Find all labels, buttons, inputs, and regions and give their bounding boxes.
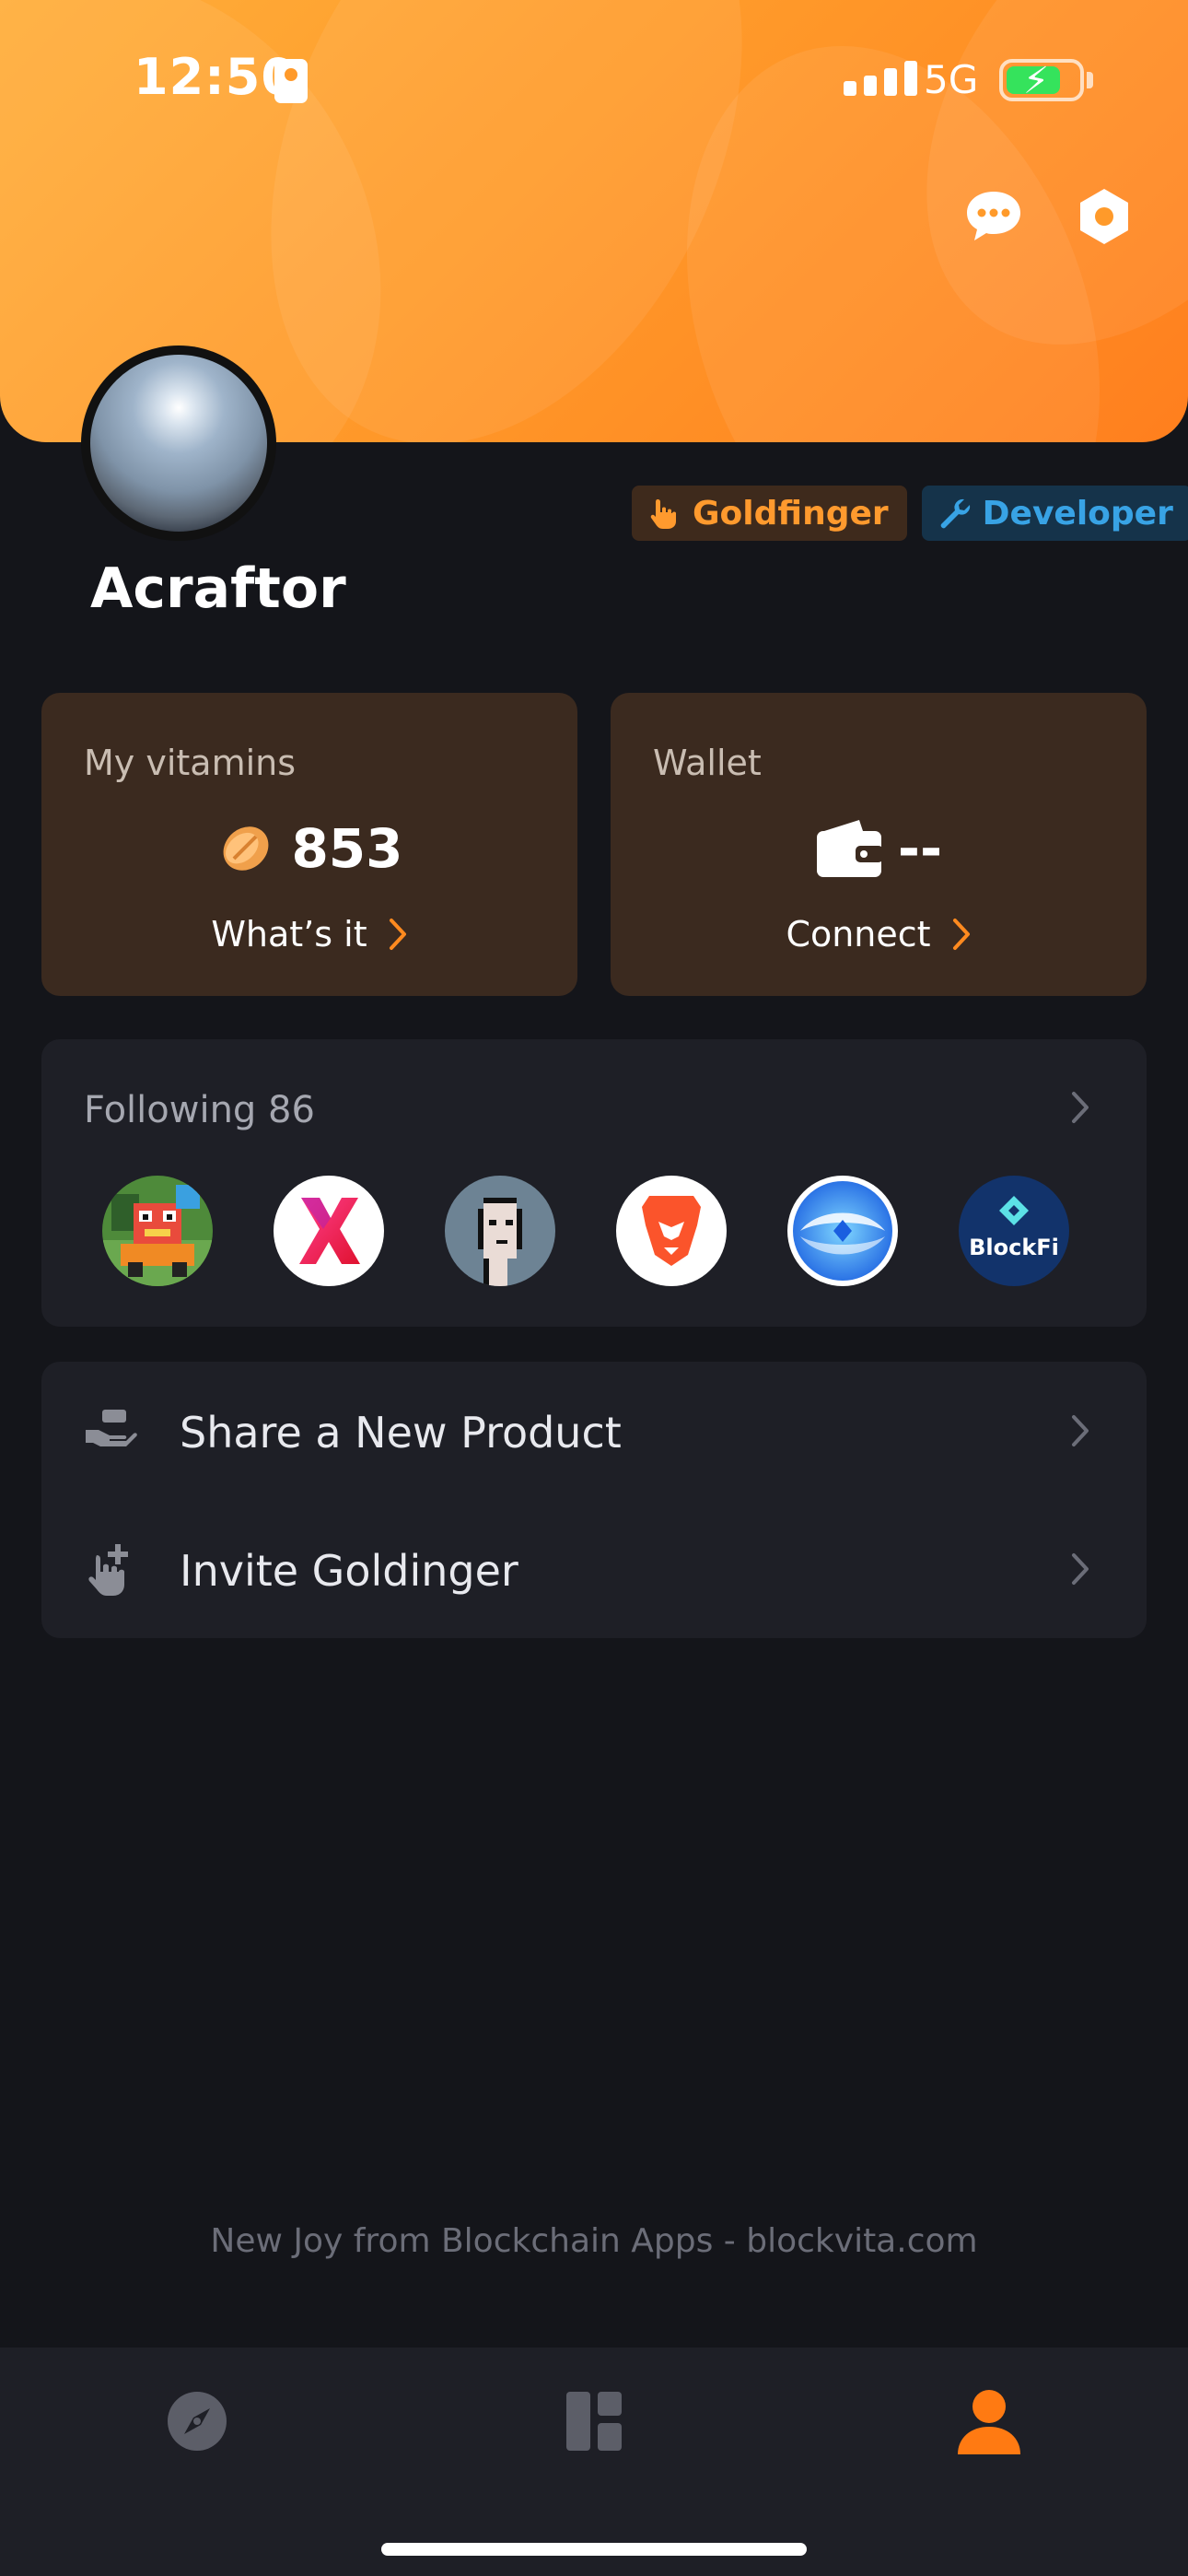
vitamins-value: 853 <box>291 817 403 880</box>
wallet-icon <box>816 820 883 877</box>
hand-plus-icon <box>88 1544 128 1596</box>
hexagon-gear-icon[interactable] <box>1072 184 1136 249</box>
chevron-right-icon <box>389 919 406 950</box>
cellular-signal-icon <box>844 61 917 96</box>
wrench-icon <box>940 498 970 529</box>
chat-bubble-icon[interactable] <box>961 184 1026 249</box>
whats-it-link[interactable]: What’s it <box>41 914 577 954</box>
person-icon[interactable] <box>952 2384 1026 2458</box>
network-type: 5G <box>924 57 979 102</box>
chevron-right-icon <box>952 919 970 950</box>
blockfi-label: BlockFi <box>969 1235 1059 1260</box>
chevron-right-icon <box>1072 1553 1089 1585</box>
pixel-game-app-icon[interactable] <box>102 1176 213 1286</box>
wallet-card[interactable]: Wallet -- Connect <box>611 693 1147 996</box>
card-title: My vitamins <box>84 743 297 783</box>
bottom-tab-bar <box>0 2348 1188 2576</box>
invite-goldinger-item[interactable]: Invite Goldinger <box>41 1500 1147 1638</box>
vitamin-pill-icon <box>224 826 269 871</box>
role-badges: Goldfinger Developer <box>632 486 1188 541</box>
footer-tagline: New Joy from Blockchain Apps - blockvita… <box>210 2222 978 2260</box>
menu-label: Invite Goldinger <box>180 1546 518 1596</box>
vitamins-card[interactable]: My vitamins 853 What’s it <box>41 693 577 996</box>
following-title: Following 86 <box>84 1089 315 1131</box>
chevron-right-icon <box>1072 1415 1089 1446</box>
developer-badge: Developer <box>921 486 1188 541</box>
connect-wallet-link[interactable]: Connect <box>611 914 1147 954</box>
id-badge-icon <box>274 59 308 103</box>
compass-icon[interactable] <box>160 2384 234 2458</box>
dashboard-icon[interactable] <box>557 2384 631 2458</box>
status-time: 12:50 <box>134 48 297 106</box>
card-title: Wallet <box>653 743 762 783</box>
hand-share-icon <box>86 1410 137 1446</box>
brave-lion-app-icon[interactable] <box>616 1176 727 1286</box>
battery-icon: ⚡ <box>999 59 1084 101</box>
badge-label: Goldfinger <box>693 494 889 533</box>
share-product-item[interactable]: Share a New Product <box>41 1362 1147 1500</box>
blue-swirl-app-icon[interactable] <box>787 1176 898 1286</box>
cryptopunk-app-icon[interactable] <box>445 1176 555 1286</box>
blockfi-app-icon[interactable]: BlockFi <box>959 1176 1069 1286</box>
link-label: What’s it <box>211 914 367 954</box>
actions-menu: Share a New Product Invite Goldinger <box>41 1362 1147 1638</box>
goldfinger-badge: Goldfinger <box>632 486 907 541</box>
home-indicator <box>381 2543 807 2556</box>
link-label: Connect <box>786 914 931 954</box>
pointing-hand-icon <box>650 499 676 529</box>
menu-label: Share a New Product <box>180 1408 622 1458</box>
avatar[interactable] <box>81 345 276 541</box>
x-app-icon[interactable] <box>274 1176 384 1286</box>
wallet-value: -- <box>897 817 943 880</box>
chevron-right-icon[interactable] <box>1070 1091 1090 1124</box>
username: Acraftor <box>90 556 346 621</box>
following-panel[interactable]: Following 86 BlockFi <box>41 1039 1147 1327</box>
badge-label: Developer <box>982 494 1173 533</box>
